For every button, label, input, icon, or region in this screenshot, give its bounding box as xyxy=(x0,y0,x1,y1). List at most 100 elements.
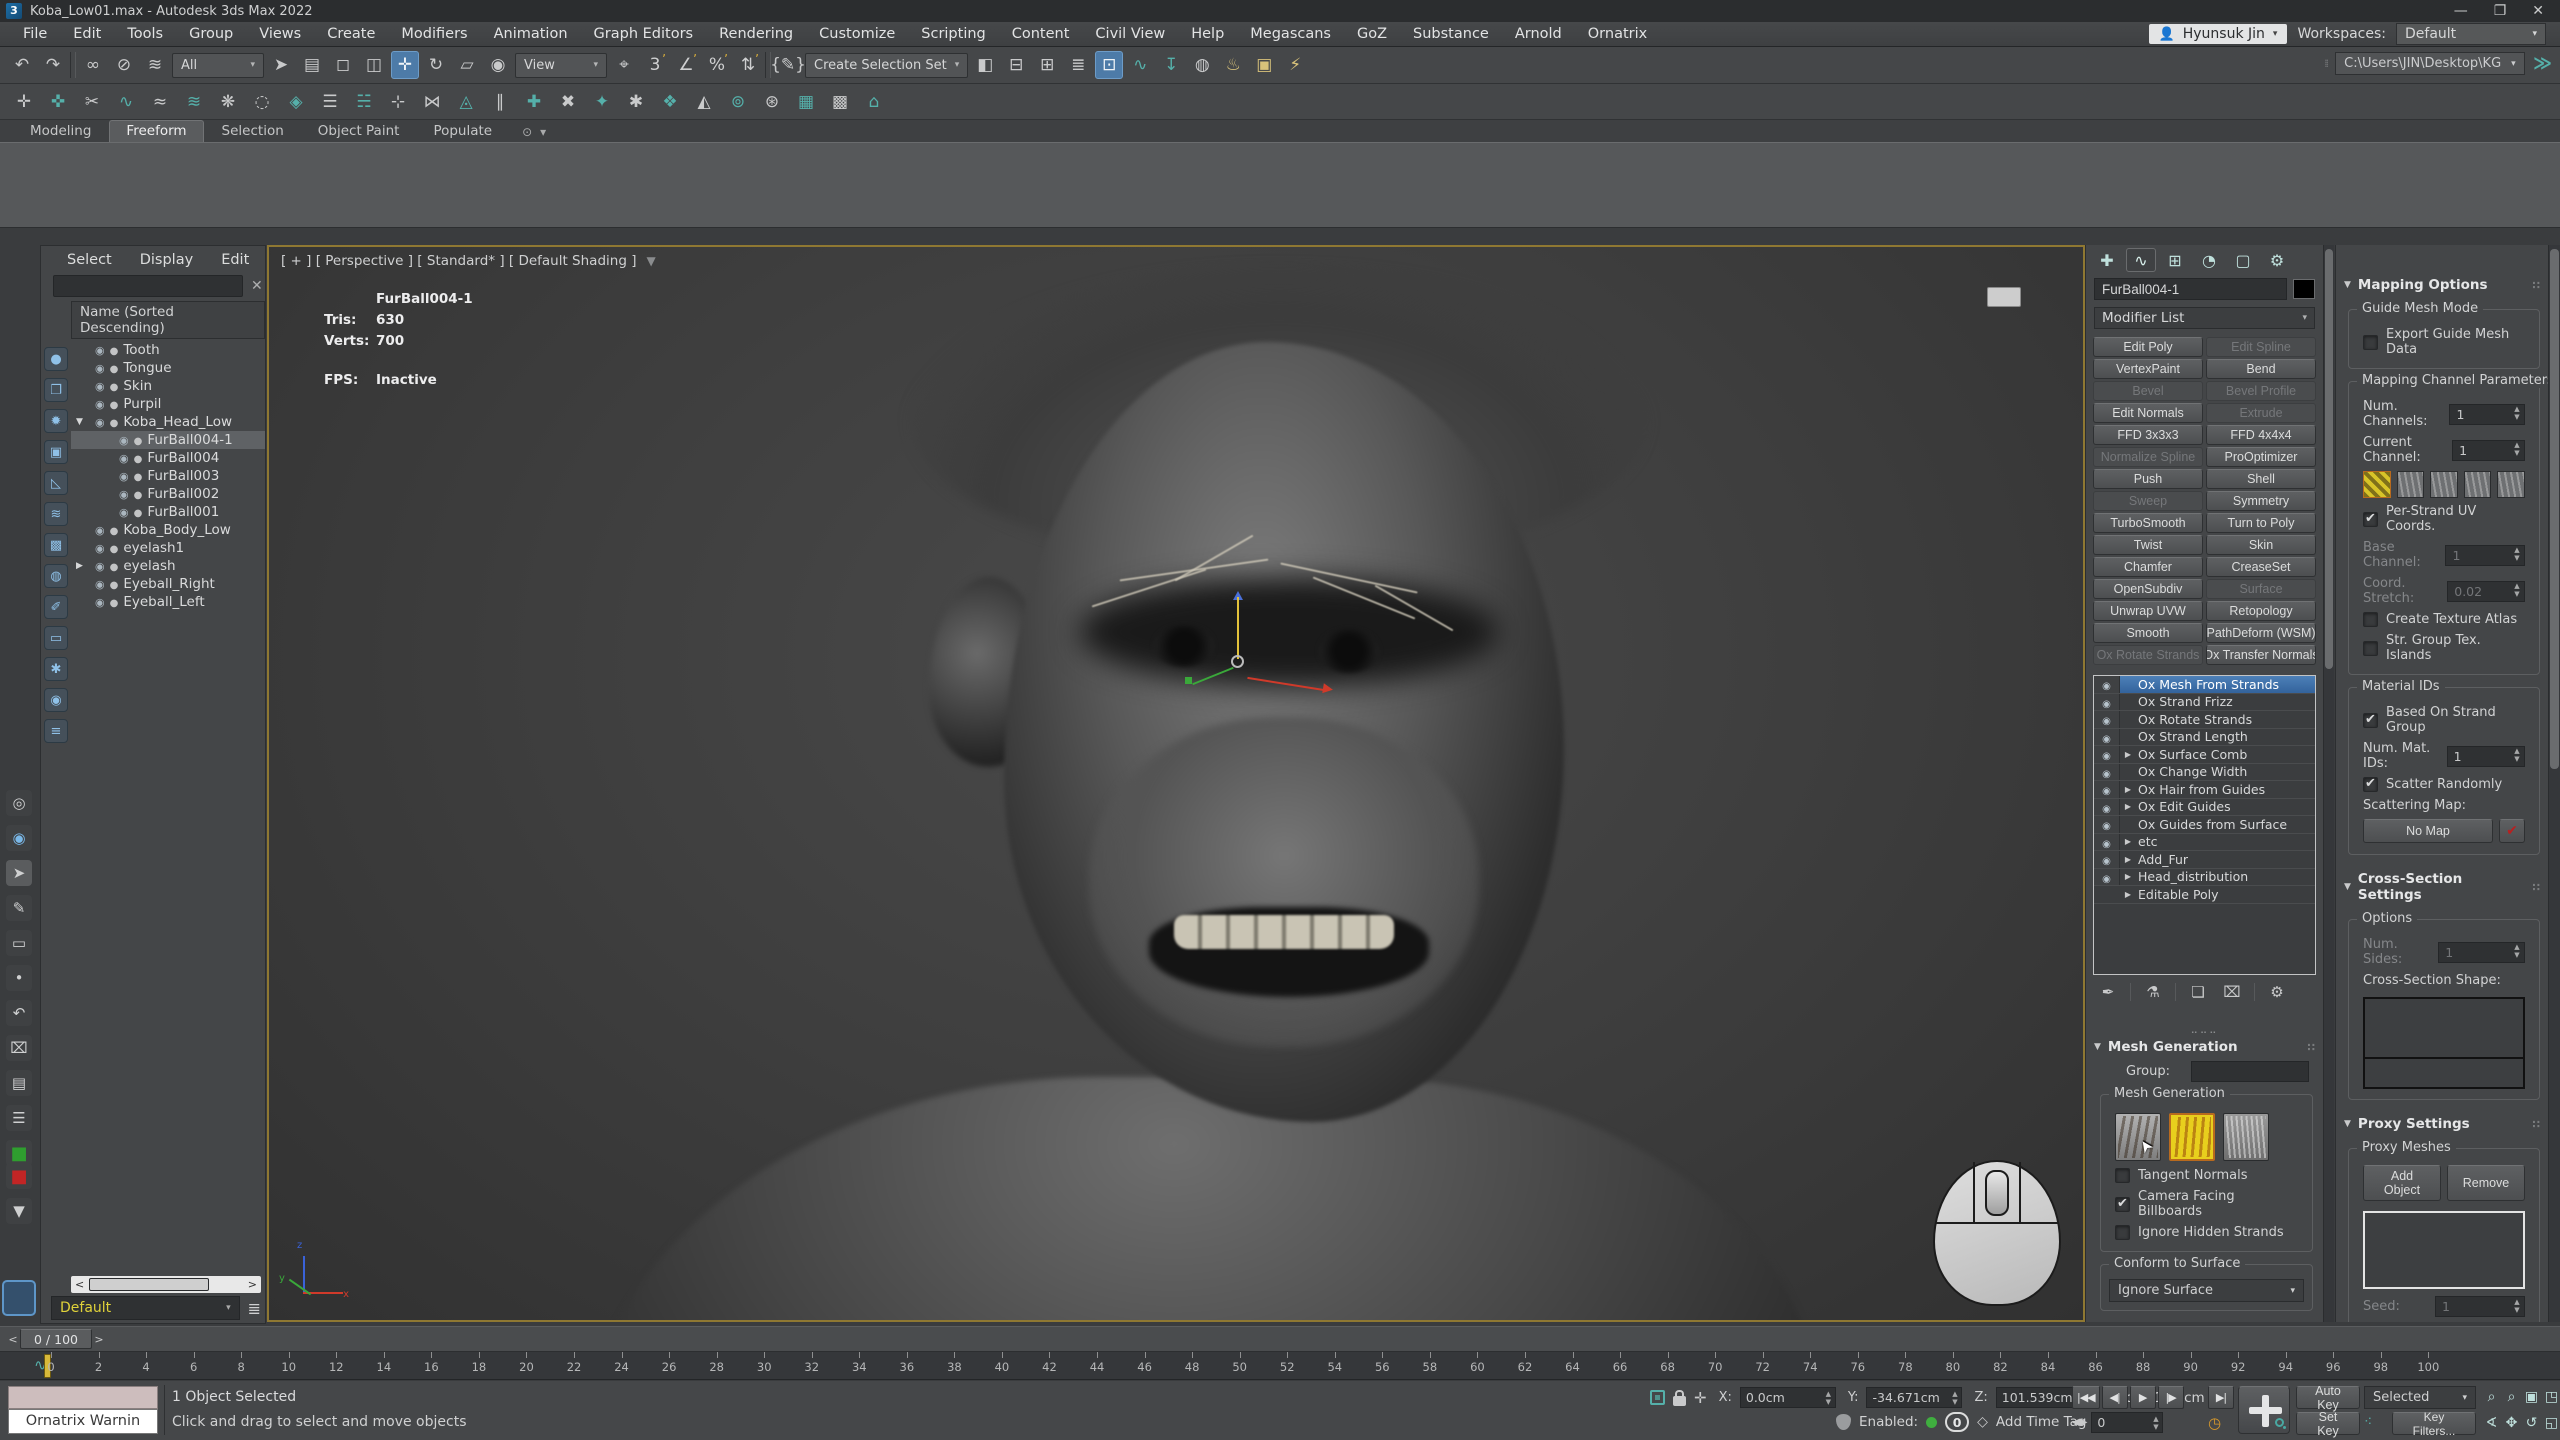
curve-editor-icon[interactable]: ∿ xyxy=(1126,51,1154,79)
node-visibility-icon[interactable] xyxy=(95,396,105,412)
menu-item[interactable]: Help xyxy=(1178,23,1237,45)
plugin-tool-icon[interactable]: ✦ xyxy=(588,88,616,116)
plugin-tool-icon[interactable]: ∿ xyxy=(112,88,140,116)
plugin-tool-icon[interactable]: ✚ xyxy=(520,88,548,116)
y-coordinate-field[interactable]: -34.671cm xyxy=(1866,1387,1962,1408)
snap-toggle-3d-icon[interactable]: 3 xyxy=(641,51,669,79)
zoom-region-icon[interactable]: ◳ xyxy=(2542,1385,2560,1409)
map-flag-icon[interactable]: ✔ xyxy=(2499,819,2525,843)
layers-icon[interactable]: ≣ xyxy=(248,1299,261,1318)
ribbon-minimize-icon[interactable]: ▾ xyxy=(540,125,546,139)
show-end-result-icon[interactable]: ⚗ xyxy=(2141,981,2165,1003)
scene-explorer-menu[interactable]: Edit xyxy=(209,251,261,269)
modifier-button[interactable]: Smooth xyxy=(2093,623,2203,643)
time-slider[interactable]: < 0 / 100 > xyxy=(0,1326,2560,1352)
mesh-generation-rollout-header[interactable]: ▼ Mesh Generation ∷ xyxy=(2086,1033,2323,1059)
cross-section-shape-preview[interactable] xyxy=(2363,997,2525,1089)
create-texture-atlas-checkbox[interactable]: Create Texture Atlas xyxy=(2357,609,2531,630)
annotate-dot-icon[interactable]: • xyxy=(6,965,32,991)
menu-item[interactable]: Create xyxy=(314,23,388,45)
spinner-snap-icon[interactable]: ⇅ xyxy=(734,51,762,79)
scene-node[interactable]: Tongue xyxy=(71,359,265,377)
expand-icon[interactable] xyxy=(2120,785,2136,794)
modifier-button[interactable]: PathDeform (WSM) xyxy=(2206,623,2316,643)
tangent-normals-checkbox[interactable]: Tangent Normals xyxy=(2109,1165,2304,1186)
select-and-move-icon[interactable]: ✛ xyxy=(391,51,419,79)
close-icon[interactable]: ✕ xyxy=(2532,3,2544,19)
node-visibility-icon[interactable] xyxy=(119,468,129,484)
modifier-visibility-icon[interactable] xyxy=(2094,711,2120,728)
seed-spinner[interactable]: 1 xyxy=(2435,1296,2525,1317)
scene-explorer-menu[interactable]: Display xyxy=(128,251,205,269)
render-setup-icon[interactable]: ♨ xyxy=(1219,51,1247,79)
menu-item[interactable]: Edit xyxy=(60,23,114,45)
menu-item[interactable]: Group xyxy=(176,23,246,45)
modifier-button[interactable]: FFD 3x3x3 xyxy=(2093,425,2203,445)
num-sides-spinner[interactable]: 1 xyxy=(2438,942,2525,963)
mesh-mode-strands-button[interactable]: ➤ xyxy=(2115,1113,2161,1161)
toolbar-overflow-icon[interactable]: ≫ xyxy=(2533,53,2552,74)
node-visibility-icon[interactable] xyxy=(95,414,105,430)
ribbon-config-icon[interactable]: ⊙ xyxy=(522,125,532,139)
modifier-button[interactable]: Ox Transfer Normals xyxy=(2206,645,2316,665)
select-and-rotate-icon[interactable]: ↻ xyxy=(422,51,450,79)
display-xrefs-filter-icon[interactable]: ◍ xyxy=(44,564,68,588)
menu-item[interactable]: Content xyxy=(999,23,1083,45)
modifier-stack-item[interactable]: Ox Change Width xyxy=(2094,764,2315,782)
set-key-button[interactable]: Set Key xyxy=(2296,1412,2360,1435)
time-configuration-icon[interactable]: ◷ xyxy=(2208,1414,2221,1432)
modifier-stack-item[interactable]: Ox Strand Length xyxy=(2094,729,2315,747)
conform-surface-dropdown[interactable]: Ignore Surface ▾ xyxy=(2109,1279,2304,1302)
modifier-visibility-icon[interactable] xyxy=(2094,676,2120,693)
render-production-icon[interactable]: ⚡ xyxy=(1281,51,1309,79)
key-selection-dropdown[interactable]: Selected ▾ xyxy=(2364,1386,2476,1409)
scroll-left-icon[interactable]: < xyxy=(75,1278,84,1291)
modifier-button[interactable]: Shell xyxy=(2206,469,2316,489)
node-visibility-icon[interactable] xyxy=(119,432,129,448)
plugin-tool-icon[interactable]: ☵ xyxy=(350,88,378,116)
percent-snap-icon[interactable]: % xyxy=(703,51,731,79)
add-object-button[interactable]: Add Object xyxy=(2363,1165,2441,1201)
create-tab-icon[interactable]: ✚ xyxy=(2092,248,2122,272)
plugin-tool-icon[interactable]: ✂ xyxy=(78,88,106,116)
plugin-tool-icon[interactable]: ✱ xyxy=(622,88,650,116)
modifier-button[interactable]: Sweep xyxy=(2093,491,2203,511)
node-visibility-icon[interactable] xyxy=(119,486,129,502)
plugin-tool-icon[interactable]: ❖ xyxy=(656,88,684,116)
command-panel-scrollbar[interactable] xyxy=(2323,245,2334,1322)
search-input[interactable] xyxy=(53,275,243,297)
object-name-field[interactable] xyxy=(2094,278,2287,300)
plugin-tool-icon[interactable]: ⊹ xyxy=(384,88,412,116)
modifier-button[interactable]: VertexPaint xyxy=(2093,359,2203,379)
modifier-button[interactable]: Bevel xyxy=(2093,381,2203,401)
modifier-stack-item[interactable]: Ox Edit Guides xyxy=(2094,799,2315,817)
uv-mode-button[interactable] xyxy=(2363,471,2391,498)
maxscript-mini-listener[interactable] xyxy=(8,1386,158,1409)
hierarchy-tab-icon[interactable]: ⊞ xyxy=(2160,248,2190,272)
group-tex-islands-checkbox[interactable]: Str. Group Tex. Islands xyxy=(2357,630,2531,666)
zoom-all-icon[interactable]: ⌕ xyxy=(2502,1385,2521,1409)
modifier-button[interactable]: OpenSubdiv xyxy=(2093,579,2203,599)
annotate-clear-icon[interactable]: ⌧ xyxy=(6,1035,32,1061)
node-visibility-icon[interactable] xyxy=(95,360,105,376)
scene-node[interactable]: FurBall004-1 xyxy=(71,431,265,449)
zoom-icon[interactable]: ⌕ xyxy=(2482,1385,2501,1409)
undo-icon[interactable]: ↶ xyxy=(8,51,36,79)
modifier-list-dropdown[interactable]: Modifier List ▾ xyxy=(2094,307,2315,329)
pin-stack-icon[interactable]: ✒ xyxy=(2096,981,2120,1003)
dope-sheet-icon[interactable]: ↧ xyxy=(1157,51,1185,79)
notification-badge[interactable]: 0 xyxy=(1945,1412,1969,1432)
scene-node[interactable]: eyelash xyxy=(71,557,265,575)
modifier-button[interactable]: ProOptimizer xyxy=(2206,447,2316,467)
select-and-place-icon[interactable]: ◉ xyxy=(484,51,512,79)
shield-icon[interactable] xyxy=(1836,1414,1851,1430)
frame-nav-icon[interactable]: ◀▶ xyxy=(2072,1417,2087,1428)
plugin-tool-icon[interactable]: ✜ xyxy=(44,88,72,116)
display-particles-filter-icon[interactable]: ✱ xyxy=(44,657,68,681)
modifier-stack-item[interactable]: Add_Fur xyxy=(2094,851,2315,869)
scene-explorer-menu[interactable]: Select xyxy=(55,251,124,269)
display-none-filter-icon[interactable]: ● xyxy=(44,347,68,371)
object-color-swatch[interactable] xyxy=(2293,279,2315,299)
plugin-tool-icon[interactable]: ✖ xyxy=(554,88,582,116)
display-spacewarps-filter-icon[interactable]: ≋ xyxy=(44,502,68,526)
